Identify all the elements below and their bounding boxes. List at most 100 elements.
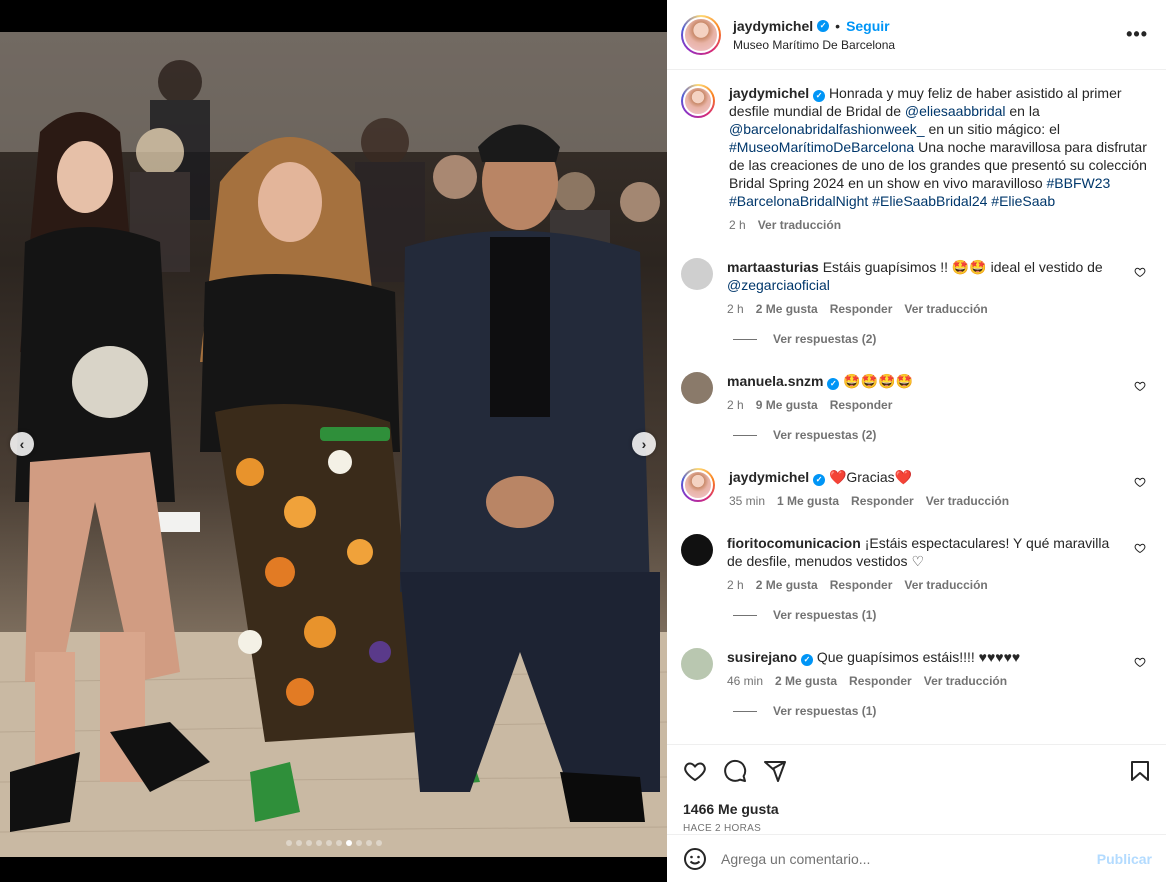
reply-button[interactable]: Responder: [849, 674, 912, 688]
comment-thread: fioritocomunicacion ¡Estáis espectacular…: [681, 534, 1148, 622]
like-comment-heart-icon[interactable]: [1134, 542, 1146, 554]
share-send-icon[interactable]: [763, 759, 787, 783]
like-count[interactable]: 1466 Me gusta: [683, 801, 1152, 817]
more-options-icon[interactable]: •••: [1126, 24, 1148, 45]
reply-button[interactable]: Responder: [830, 302, 893, 316]
author-username[interactable]: jaydymichel: [733, 18, 813, 34]
caption-mention[interactable]: @eliesaabbridal: [905, 103, 1006, 119]
comment-time: 35 min: [729, 494, 766, 508]
comment-time: 2 h: [727, 302, 744, 316]
separator: •: [835, 17, 841, 34]
commenter-avatar[interactable]: [681, 372, 713, 404]
verified-badge-icon: ✓: [817, 19, 830, 32]
carousel-dot: [355, 840, 362, 846]
author-avatar[interactable]: [681, 84, 715, 118]
post-dialog: ‹ › jaydymichel ✓ • Seguir Museo Marítim…: [0, 0, 1166, 882]
comment: fioritocomunicacion ¡Estáis espectacular…: [681, 534, 1148, 592]
comment-likes[interactable]: 9 Me gusta: [756, 398, 818, 412]
verified-badge-icon: ✓: [813, 474, 826, 486]
see-translation-link[interactable]: Ver traducción: [924, 674, 1007, 688]
comment-likes[interactable]: 2 Me gusta: [775, 674, 837, 688]
see-translation-link[interactable]: Ver traducción: [904, 302, 987, 316]
comment-username[interactable]: jaydymichel: [729, 469, 809, 485]
commenter-avatar[interactable]: [681, 258, 713, 290]
caption-hashtag[interactable]: #MuseoMarítimoDeBarcelona: [729, 139, 914, 155]
like-comment-heart-icon[interactable]: [1134, 266, 1146, 278]
comment-thread: jaydymichel ✓ ❤️Gracias❤️ 35 min 1 Me gu…: [681, 468, 1148, 508]
carousel-dot: [345, 840, 352, 846]
carousel-dot: [375, 840, 382, 846]
comment-time: 46 min: [727, 674, 764, 688]
caption-hashtag[interactable]: #ElieSaabBridal24: [872, 193, 987, 209]
comment-mention[interactable]: @zegarciaoficial: [727, 277, 830, 293]
comment-thread: manuela.snzm ✓ 🤩🤩🤩🤩 2 h 9 Me gusta Respo…: [681, 372, 1148, 442]
view-replies-button[interactable]: Ver respuestas (1): [733, 608, 1148, 622]
follow-button[interactable]: Seguir: [846, 18, 890, 34]
view-replies-button[interactable]: Ver respuestas (2): [733, 332, 1148, 346]
previous-photo-button[interactable]: ‹: [10, 432, 34, 456]
next-photo-button[interactable]: ›: [632, 432, 656, 456]
comment: martaasturias Estáis guapísimos !! 🤩🤩 id…: [681, 258, 1148, 316]
like-comment-heart-icon[interactable]: [1134, 380, 1146, 392]
see-translation-link[interactable]: Ver traducción: [758, 218, 841, 232]
comment-text: 🤩🤩🤩🤩: [843, 373, 913, 389]
comment-likes[interactable]: 2 Me gusta: [756, 578, 818, 592]
post-photo[interactable]: [0, 32, 667, 857]
comment-thread: susirejano ✓ Que guapísimos estáis!!!! ♥…: [681, 648, 1148, 718]
caption-username[interactable]: jaydymichel: [729, 85, 809, 101]
comment-thread: martaasturias Estáis guapísimos !! 🤩🤩 id…: [681, 258, 1148, 346]
see-translation-link[interactable]: Ver traducción: [926, 494, 1009, 508]
commenter-avatar[interactable]: [681, 648, 713, 680]
reply-button[interactable]: Responder: [830, 398, 893, 412]
author-avatar[interactable]: [681, 14, 721, 55]
caption-hashtag[interactable]: #ElieSaab: [991, 193, 1055, 209]
post-location[interactable]: Museo Marítimo De Barcelona: [733, 38, 895, 52]
like-comment-heart-icon[interactable]: [1134, 656, 1146, 668]
reply-button[interactable]: Responder: [851, 494, 914, 508]
comment-likes[interactable]: 2 Me gusta: [756, 302, 818, 316]
emoji-icon[interactable]: [683, 847, 707, 871]
commenter-avatar[interactable]: [681, 468, 715, 502]
comment-input[interactable]: [721, 850, 1097, 867]
replies-divider: [733, 614, 757, 616]
comment: manuela.snzm ✓ 🤩🤩🤩🤩 2 h 9 Me gusta Respo…: [681, 372, 1148, 412]
comment-threads: martaasturias Estáis guapísimos !! 🤩🤩 id…: [681, 258, 1148, 718]
comment-username[interactable]: martaasturias: [727, 259, 819, 275]
caption-mention[interactable]: @barcelonabridalfashionweek_: [729, 121, 925, 137]
bookmark-icon[interactable]: [1128, 759, 1152, 783]
carousel-indicator: [0, 840, 667, 846]
post-media: ‹ ›: [0, 0, 667, 882]
comment-bubble-icon[interactable]: [723, 759, 747, 783]
publish-button[interactable]: Publicar: [1097, 851, 1152, 867]
carousel-dot: [365, 840, 372, 846]
view-replies-label: Ver respuestas (2): [773, 332, 877, 346]
comment-username[interactable]: susirejano: [727, 649, 797, 665]
photo-illustration: [0, 32, 667, 857]
reply-button[interactable]: Responder: [830, 578, 893, 592]
comment: jaydymichel ✓ ❤️Gracias❤️ 35 min 1 Me gu…: [681, 468, 1148, 508]
post-header: jaydymichel ✓ • Seguir Museo Marítimo De…: [667, 0, 1166, 70]
carousel-dot: [335, 840, 342, 846]
comment-likes[interactable]: 1 Me gusta: [777, 494, 839, 508]
comment-username[interactable]: fioritocomunicacion: [727, 535, 861, 551]
comment-username[interactable]: manuela.snzm: [727, 373, 823, 389]
view-replies-label: Ver respuestas (1): [773, 608, 877, 622]
verified-badge-icon: ✓: [813, 90, 826, 102]
carousel-dot: [295, 840, 302, 846]
caption-time: 2 h: [729, 218, 746, 232]
view-replies-button[interactable]: Ver respuestas (2): [733, 428, 1148, 442]
comment-text: ❤️Gracias❤️: [828, 469, 913, 485]
like-comment-heart-icon[interactable]: [1134, 476, 1146, 488]
chevron-left-icon: ‹: [19, 436, 25, 452]
add-comment-bar: Publicar: [667, 834, 1166, 882]
view-replies-button[interactable]: Ver respuestas (1): [733, 704, 1148, 718]
replies-divider: [733, 338, 757, 340]
caption-hashtag[interactable]: #BBFW23: [1047, 175, 1111, 191]
like-heart-icon[interactable]: [683, 759, 707, 783]
commenter-avatar[interactable]: [681, 534, 713, 566]
caption-hashtag[interactable]: #BarcelonaBridalNight: [729, 193, 868, 209]
see-translation-link[interactable]: Ver traducción: [904, 578, 987, 592]
comment-text: Estáis guapísimos !! 🤩🤩 ideal el vestido…: [822, 259, 1103, 275]
comments-list[interactable]: jaydymichel ✓ Honrada y muy feliz de hab…: [667, 70, 1166, 744]
post-timestamp: HACE 2 HORAS: [683, 823, 762, 834]
